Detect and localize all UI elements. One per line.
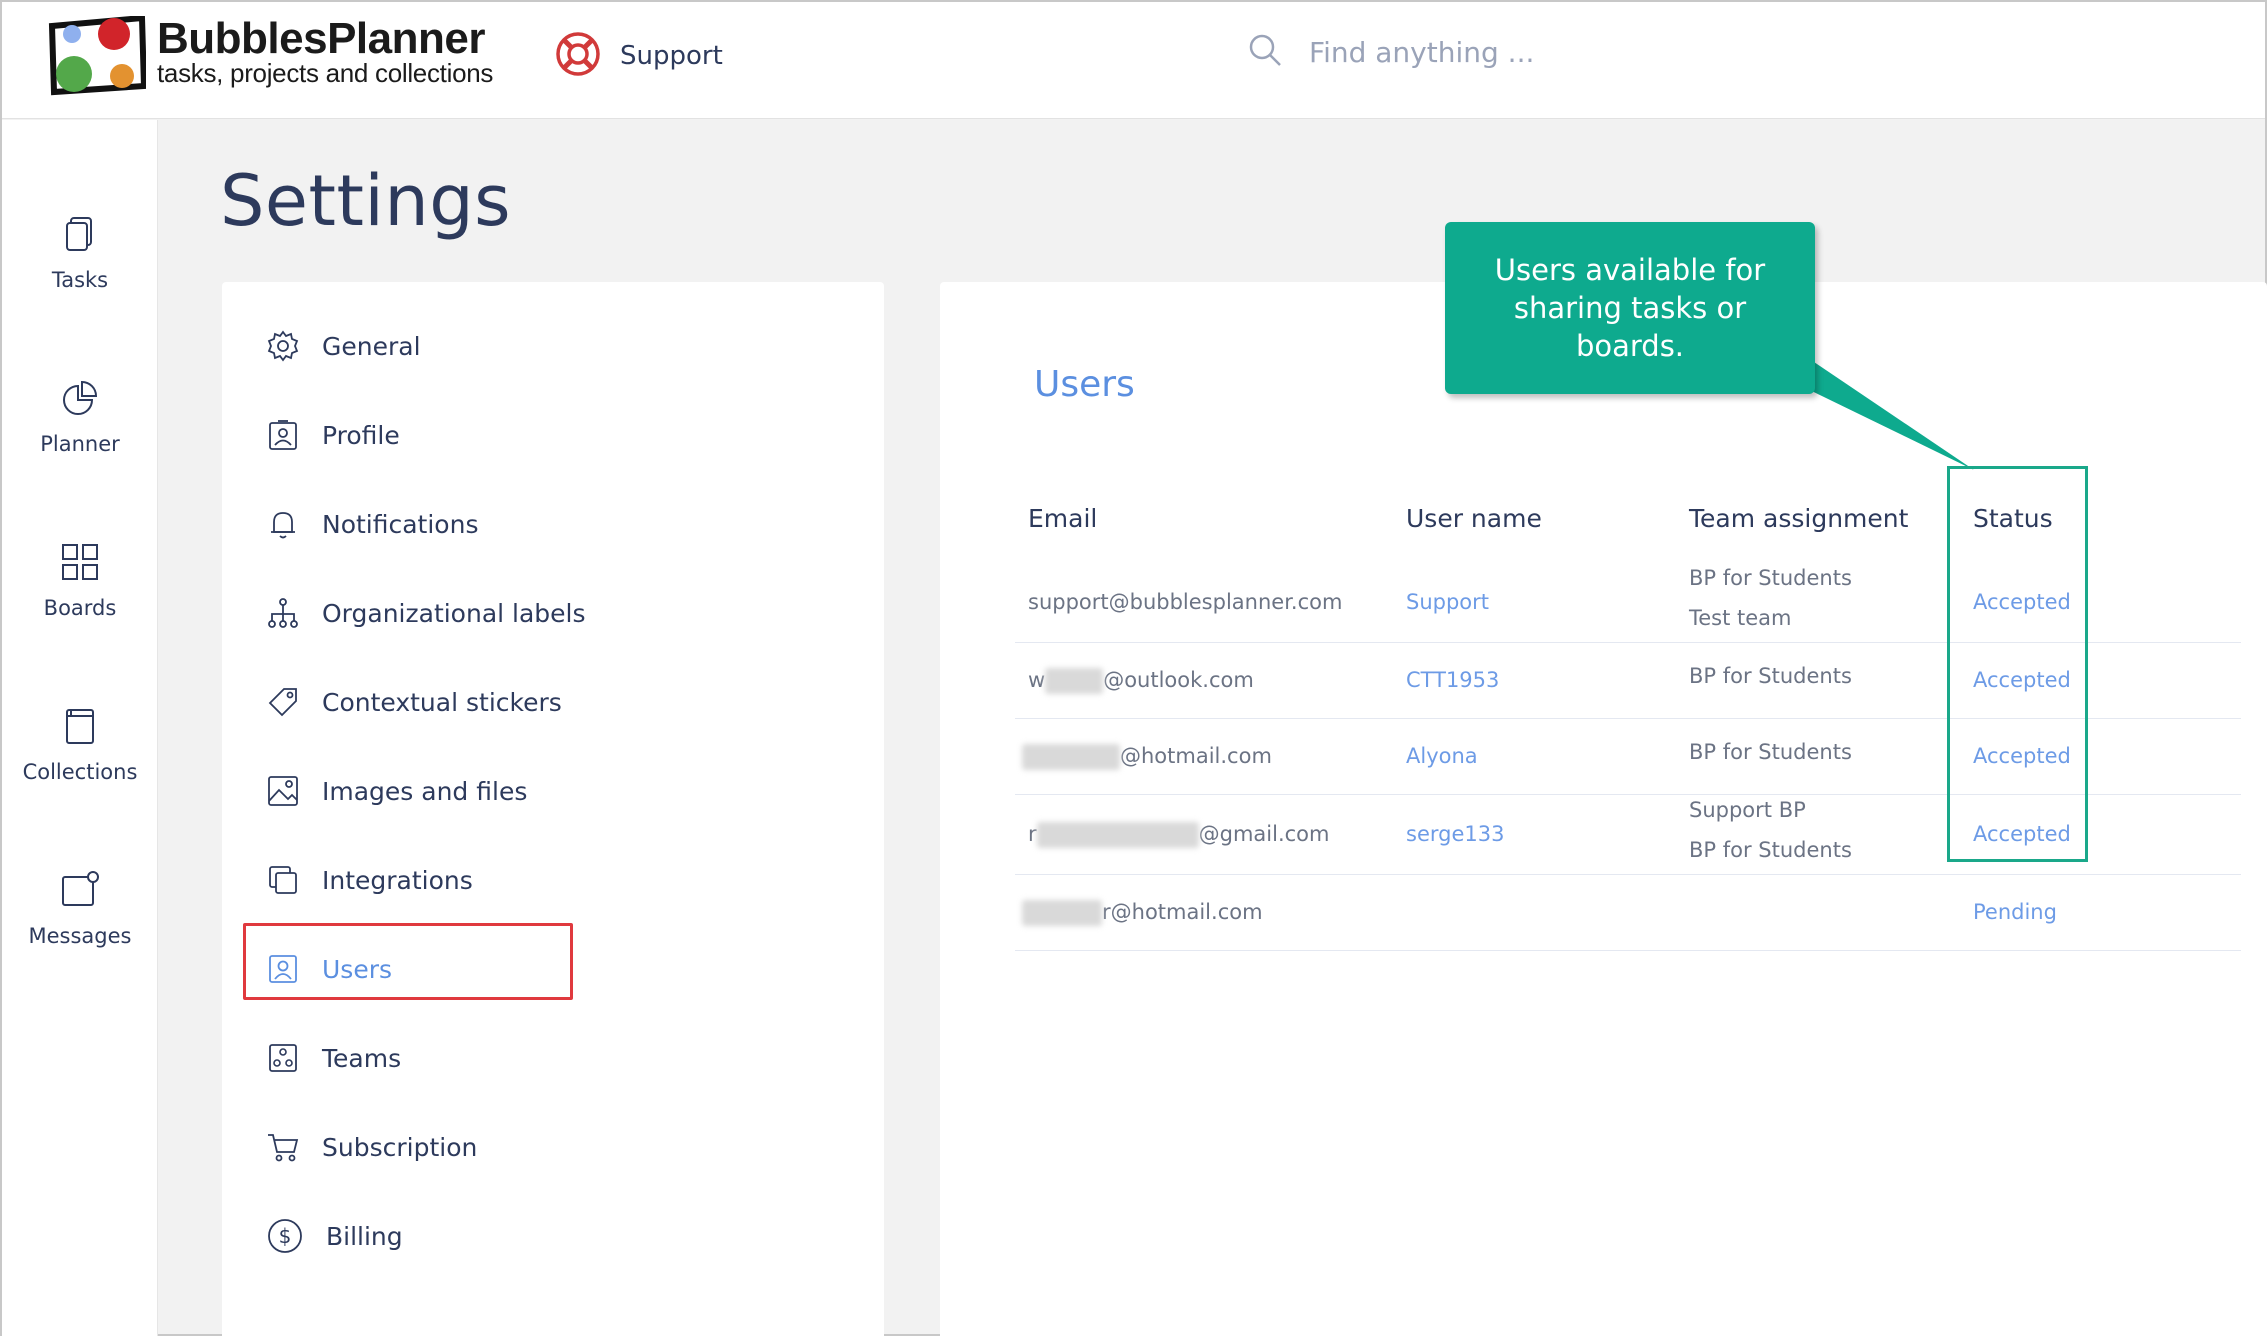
nav-tasks[interactable]: Tasks — [2, 214, 158, 292]
brand-name: BubblesPlanner — [157, 14, 485, 63]
row-email: r@hotmail.com — [1022, 900, 1263, 926]
menu-label-general: General — [322, 331, 421, 361]
gear-icon — [267, 330, 299, 362]
brand-tagline: tasks, projects and collections — [157, 58, 494, 88]
nav-messages-label: Messages — [28, 924, 132, 948]
menu-item-profile[interactable]: Profile — [266, 412, 400, 458]
planner-icon — [63, 380, 98, 415]
lifebuoy-icon — [554, 30, 602, 82]
email-prefix: w — [1028, 668, 1046, 692]
email-domain: @outlook.com — [1103, 668, 1254, 692]
menu-item-images-and-files[interactable]: Images and files — [266, 768, 527, 814]
tasks-icon — [66, 217, 92, 251]
boards-icon — [62, 544, 98, 580]
brand-logo[interactable] — [46, 14, 148, 96]
row-divider — [1015, 950, 2241, 951]
email-domain: r@hotmail.com — [1102, 900, 1263, 924]
redacted-text — [1045, 668, 1104, 694]
nav-planner[interactable]: Planner — [2, 378, 158, 456]
collections-icon — [66, 709, 94, 744]
redacted-text — [1022, 900, 1102, 926]
menu-label-teams: Teams — [322, 1043, 402, 1073]
nav-boards[interactable]: Boards — [2, 542, 158, 620]
support-link[interactable]: Support — [554, 30, 723, 82]
row-team: BP for Students — [1689, 838, 1852, 862]
column-header-username[interactable]: User name — [1406, 504, 1542, 533]
users-highlight-outline — [243, 923, 573, 1000]
nav-messages[interactable]: Messages — [2, 870, 158, 948]
row-email: w @outlook.com — [1028, 668, 1254, 694]
brand-text: BubblesPlanner tasks, projects and colle… — [157, 14, 494, 88]
row-username[interactable]: serge133 — [1406, 822, 1504, 846]
users-title: Users — [1034, 364, 1135, 405]
settings-menu: General Profile Notifications Organizati… — [222, 282, 884, 1336]
menu-item-teams[interactable]: Teams — [266, 1035, 401, 1081]
nav-planner-label: Planner — [40, 432, 120, 456]
menu-label-images-and-files: Images and files — [322, 776, 528, 806]
search-bar — [1247, 32, 1729, 72]
column-header-email[interactable]: Email — [1028, 504, 1097, 533]
search-icon[interactable] — [1247, 32, 1283, 72]
menu-item-billing[interactable]: $ Billing — [266, 1213, 403, 1259]
row-team: Support BP — [1689, 798, 1806, 822]
profile-icon — [269, 420, 297, 450]
menu-label-billing: Billing — [326, 1221, 403, 1251]
image-icon — [268, 776, 298, 806]
row-team: Test team — [1689, 606, 1792, 630]
page-title: Settings — [220, 160, 512, 242]
row-username[interactable]: Support — [1406, 590, 1489, 614]
callout-text: Users available for sharing tasks or boa… — [1494, 253, 1766, 363]
nav-collections-label: Collections — [22, 760, 138, 784]
dollar-icon: $ — [268, 1219, 302, 1253]
menu-item-general[interactable]: General — [266, 323, 421, 369]
row-username[interactable]: CTT1953 — [1406, 668, 1499, 692]
row-status[interactable]: Pending — [1973, 900, 2057, 924]
svg-text:$: $ — [279, 1224, 292, 1248]
menu-item-integrations[interactable]: Integrations — [266, 857, 473, 903]
row-email: @hotmail.com — [1022, 744, 1272, 770]
nav-collections[interactable]: Collections — [2, 706, 158, 784]
redacted-text — [1022, 744, 1120, 770]
email-domain: @gmail.com — [1198, 822, 1330, 846]
nav-boards-label: Boards — [43, 596, 117, 620]
search-input[interactable] — [1309, 35, 1729, 69]
bell-icon — [271, 512, 295, 539]
top-header: BubblesPlanner tasks, projects and colle… — [2, 2, 2265, 119]
status-column-highlight — [1947, 466, 2088, 862]
menu-item-contextual-stickers[interactable]: Contextual stickers — [266, 679, 562, 725]
menu-label-profile: Profile — [322, 420, 400, 450]
email-prefix: r — [1028, 822, 1037, 846]
row-team: BP for Students — [1689, 740, 1852, 764]
menu-item-subscription[interactable]: Subscription — [266, 1124, 477, 1170]
nav-tasks-label: Tasks — [51, 268, 109, 292]
menu-label-integrations: Integrations — [322, 865, 473, 895]
teams-icon — [269, 1044, 297, 1072]
email-domain: @hotmail.com — [1120, 744, 1272, 768]
messages-icon — [62, 871, 99, 906]
support-label: Support — [620, 41, 723, 71]
left-nav: Tasks Planner Boards Collections Message… — [2, 120, 158, 1336]
row-email: r @gmail.com — [1028, 822, 1330, 848]
menu-label-notifications: Notifications — [322, 509, 479, 539]
menu-label-contextual-stickers: Contextual stickers — [322, 687, 562, 717]
menu-label-subscription: Subscription — [322, 1132, 478, 1162]
column-header-team[interactable]: Team assignment — [1689, 504, 1908, 533]
tag-icon — [268, 688, 297, 717]
row-team: BP for Students — [1689, 664, 1852, 688]
menu-label-organizational-labels: Organizational labels — [322, 598, 586, 628]
menu-item-notifications[interactable]: Notifications — [266, 501, 478, 547]
row-divider — [1015, 874, 2241, 875]
row-email: support@bubblesplanner.com — [1028, 590, 1343, 614]
cart-icon — [268, 1134, 299, 1162]
row-username[interactable]: Alyona — [1406, 744, 1478, 768]
redacted-text — [1036, 822, 1199, 848]
hierarchy-icon — [268, 598, 298, 628]
row-team: BP for Students — [1689, 566, 1852, 590]
annotation-callout: Users available for sharing tasks or boa… — [1445, 222, 1815, 394]
menu-item-organizational-labels[interactable]: Organizational labels — [266, 590, 586, 636]
integrations-icon — [269, 866, 297, 894]
